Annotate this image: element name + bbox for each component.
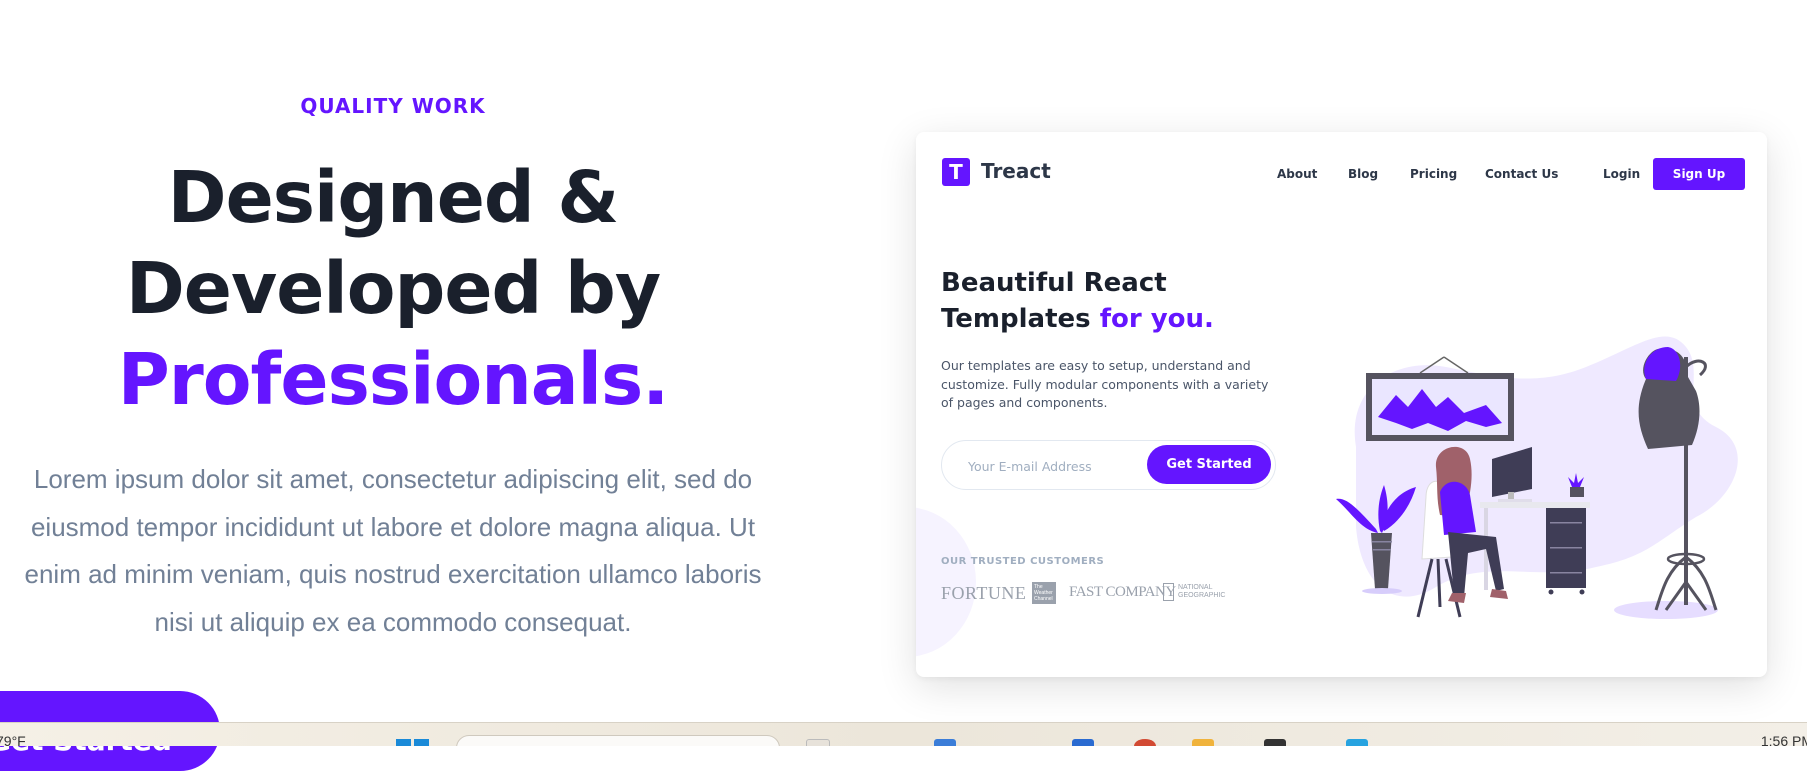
preview-description: Our templates are easy to setup, underst…: [941, 358, 1269, 410]
hero-subheading: QUALITY WORK: [300, 94, 486, 118]
fast-company-logo: FAST COMPANY: [1069, 584, 1176, 600]
logo-text[interactable]: Treact: [981, 159, 1051, 183]
hero-description: Lorem ipsum dolor sit amet, consectetur …: [0, 456, 806, 646]
hero-description-line-3: enim ad minim veniam, quis nostrud exerc…: [24, 559, 762, 589]
os-taskbar: 79°F 1:56 PM: [0, 722, 1807, 746]
preview-title: Beautiful React Templates for you.: [941, 265, 1214, 337]
national-geographic-logo: NATIONAL GEOGRAPHIC: [1178, 584, 1226, 599]
weather-channel-logo-text: The Weather Channel: [1034, 584, 1053, 602]
desk-top: [1480, 502, 1590, 508]
hero-description-line-2: eiusmod tempor incididunt ut labore et d…: [30, 511, 756, 542]
nav-link-about[interactable]: About: [1277, 167, 1317, 181]
preview-title-line-1: Beautiful React: [941, 268, 1167, 298]
sign-up-button[interactable]: Sign Up: [1653, 158, 1745, 190]
national-geographic-frame-icon: [1163, 583, 1174, 601]
hero-title: Designed & Developed by Professionals.: [0, 152, 786, 425]
weather-channel-logo: The Weather Channel: [1032, 582, 1056, 604]
workspace-illustration: [1336, 336, 1738, 619]
nav-link-blog[interactable]: Blog: [1348, 167, 1378, 181]
weather-temperature[interactable]: 79°F: [0, 733, 26, 746]
hero-description-line-1: Lorem ipsum dolor sit amet, consectetur …: [33, 464, 753, 494]
hero-description-line-4: nisi ut aliquip ex ea commodo consequat.: [154, 606, 632, 637]
hero-title-highlight: Professionals.: [117, 338, 670, 421]
fortune-logo: FORTUNE: [941, 583, 1027, 603]
logo-icon[interactable]: T: [942, 158, 970, 186]
email-signup-form: Get Started: [941, 440, 1276, 490]
taskbar-search-box[interactable]: [456, 735, 780, 746]
hero-title-line-1: Designed &: [167, 156, 620, 239]
preview-get-started-button[interactable]: Get Started: [1147, 445, 1271, 484]
clock-time[interactable]: 1:56 PM: [1761, 733, 1807, 746]
trusted-customers-heading: OUR TRUSTED CUSTOMERS: [941, 556, 1105, 567]
nav-link-contact[interactable]: Contact Us: [1485, 167, 1558, 181]
preview-title-line-2: Templates: [941, 304, 1091, 334]
preview-title-highlight: for you.: [1099, 304, 1214, 334]
decorative-blob: [916, 507, 976, 657]
login-link[interactable]: Login: [1603, 167, 1640, 181]
email-input[interactable]: [966, 455, 1130, 477]
hero-title-line-2: Developed by: [125, 247, 661, 330]
nav-link-pricing[interactable]: Pricing: [1410, 167, 1457, 181]
template-preview-card: T Treact About Blog Pricing Contact Us L…: [916, 132, 1767, 677]
